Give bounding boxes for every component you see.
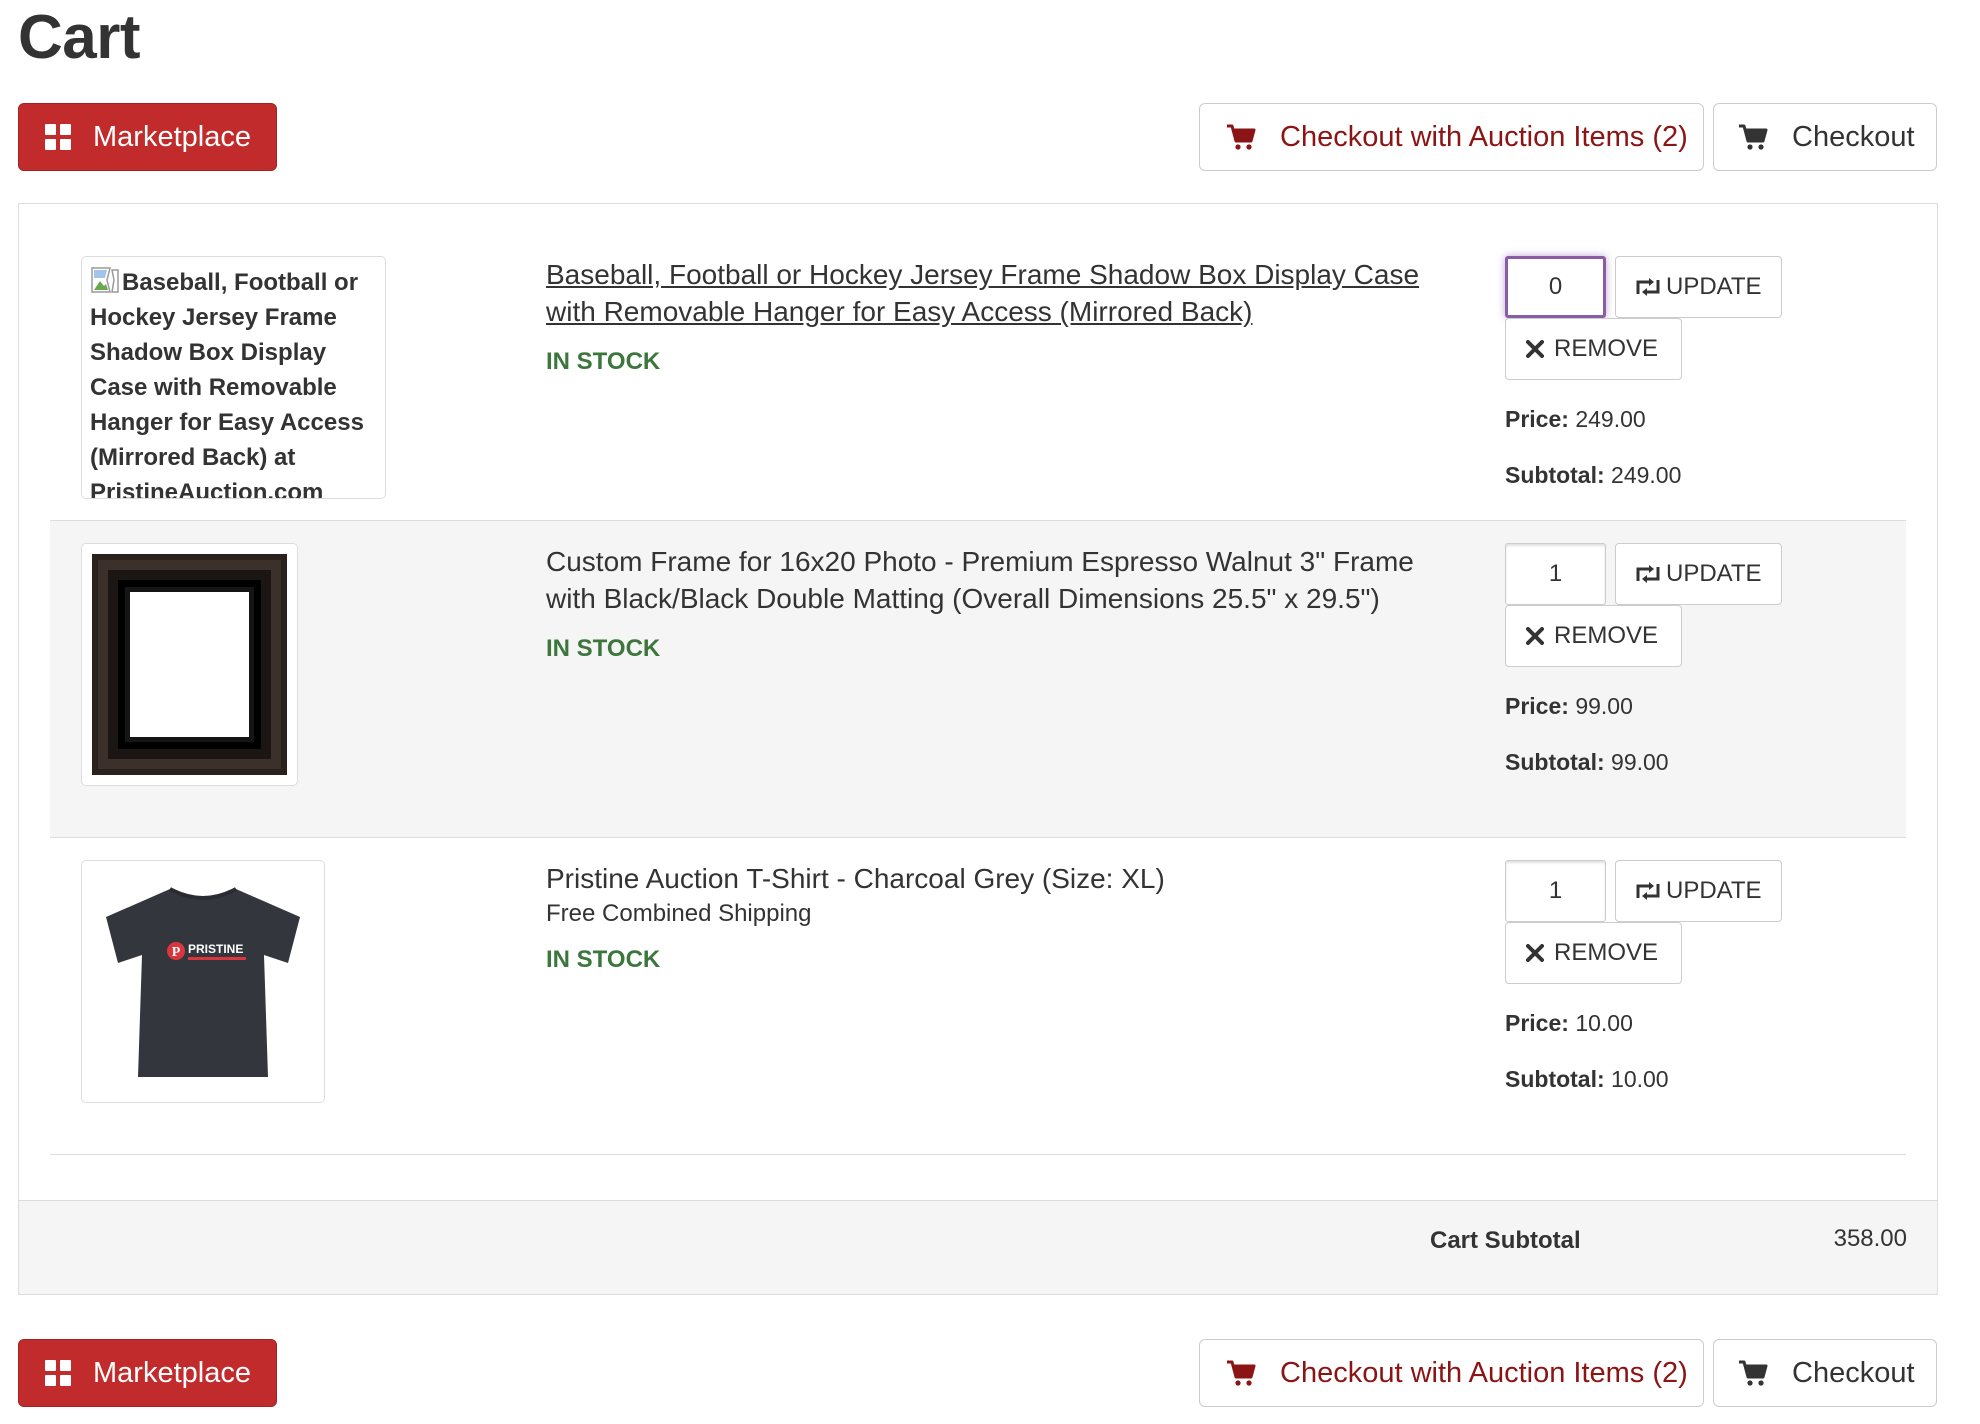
remove-label: REMOVE (1554, 335, 1659, 362)
grid-icon (45, 124, 71, 150)
item-subtotal: Subtotal: 99.00 (1505, 749, 1669, 775)
svg-text:P: P (172, 945, 181, 960)
marketplace-label: Marketplace (93, 1356, 251, 1389)
picture-frame-image (92, 554, 287, 775)
tshirt-image: P PRISTINE (106, 887, 300, 1077)
stock-status: IN STOCK (546, 946, 661, 973)
bottom-toolbar: Marketplace Checkout with Auction Items … (18, 1339, 1938, 1409)
checkout-button[interactable]: Checkout (1713, 1339, 1937, 1407)
cart-icon (1227, 124, 1256, 150)
product-image-tshirt[interactable]: P PRISTINE (81, 860, 325, 1103)
remove-button[interactable]: REMOVE (1505, 922, 1682, 984)
cart-icon (1227, 1360, 1256, 1386)
item-price: Price: 99.00 (1505, 693, 1633, 719)
quantity-input[interactable] (1505, 256, 1606, 318)
refresh-icon (1636, 882, 1660, 900)
update-button[interactable]: UPDATE (1615, 543, 1782, 605)
quantity-input[interactable] (1505, 543, 1606, 605)
refresh-icon (1636, 565, 1660, 583)
marketplace-label: Marketplace (93, 120, 251, 153)
update-button[interactable]: UPDATE (1615, 256, 1782, 318)
cart-subtotal-label: Cart Subtotal (1430, 1227, 1581, 1254)
quantity-input[interactable] (1505, 860, 1606, 922)
checkout-auction-label: Checkout with Auction Items (2) (1280, 1356, 1688, 1389)
item-title: Pristine Auction T-Shirt - Charcoal Grey… (546, 863, 1165, 894)
close-icon (1526, 340, 1544, 358)
checkout-auction-button[interactable]: Checkout with Auction Items (2) (1199, 1339, 1704, 1407)
item-info: Custom Frame for 16x20 Photo - Premium E… (546, 543, 1466, 663)
stock-status: IN STOCK (546, 348, 661, 375)
product-image-broken[interactable]: Baseball, Football or Hockey Jersey Fram… (81, 256, 386, 499)
item-price: Price: 249.00 (1505, 406, 1646, 432)
checkout-label: Checkout (1792, 1356, 1915, 1389)
item-price: Price: 10.00 (1505, 1010, 1633, 1036)
close-icon (1526, 627, 1544, 645)
checkout-button[interactable]: Checkout (1713, 103, 1937, 171)
grid-icon (45, 1360, 71, 1386)
item-subtotal: Subtotal: 249.00 (1505, 462, 1682, 488)
cart-subtotal-amount: 358.00 (1833, 1225, 1907, 1252)
update-label: UPDATE (1666, 877, 1762, 904)
refresh-icon (1636, 278, 1660, 296)
cart-item: P PRISTINE Pristine Auction T-Shirt - Ch… (50, 838, 1906, 1155)
top-toolbar: Marketplace Checkout with Auction Items … (18, 103, 1938, 173)
remove-label: REMOVE (1554, 939, 1659, 966)
remove-button[interactable]: REMOVE (1505, 605, 1682, 667)
page-title: Cart (18, 3, 141, 72)
item-title-link[interactable]: Baseball, Football or Hockey Jersey Fram… (546, 256, 1466, 330)
item-subtotal: Subtotal: 10.00 (1505, 1066, 1669, 1092)
item-info: Pristine Auction T-Shirt - Charcoal Grey… (546, 860, 1466, 974)
cart-icon (1739, 1360, 1768, 1386)
close-icon (1526, 944, 1544, 962)
broken-image-icon (91, 267, 119, 293)
cart-icon (1739, 124, 1768, 150)
cart-item: Custom Frame for 16x20 Photo - Premium E… (50, 521, 1906, 838)
cart-subtotal-bar: Cart Subtotal 358.00 (19, 1200, 1937, 1294)
update-label: UPDATE (1666, 273, 1762, 300)
image-alt-text: Baseball, Football or Hockey Jersey Fram… (90, 265, 377, 498)
stock-status: IN STOCK (546, 635, 661, 662)
cart-item: Baseball, Football or Hockey Jersey Fram… (50, 204, 1906, 521)
checkout-auction-button[interactable]: Checkout with Auction Items (2) (1199, 103, 1704, 171)
cart-page: Cart Marketplace Checkout with Auction I… (0, 0, 1980, 1424)
remove-label: REMOVE (1554, 622, 1659, 649)
product-image-frame[interactable] (81, 543, 298, 786)
marketplace-button[interactable]: Marketplace (18, 103, 277, 171)
cart-panel: Baseball, Football or Hockey Jersey Fram… (18, 203, 1938, 1295)
item-info: Baseball, Football or Hockey Jersey Fram… (546, 256, 1466, 376)
item-title: Custom Frame for 16x20 Photo - Premium E… (546, 546, 1414, 614)
checkout-label: Checkout (1792, 120, 1915, 153)
shirt-print-text: PRISTINE (188, 942, 243, 956)
item-note: Free Combined Shipping (546, 900, 812, 927)
update-label: UPDATE (1666, 560, 1762, 587)
update-button[interactable]: UPDATE (1615, 860, 1782, 922)
checkout-auction-label: Checkout with Auction Items (2) (1280, 120, 1688, 153)
remove-button[interactable]: REMOVE (1505, 318, 1682, 380)
marketplace-button[interactable]: Marketplace (18, 1339, 277, 1407)
